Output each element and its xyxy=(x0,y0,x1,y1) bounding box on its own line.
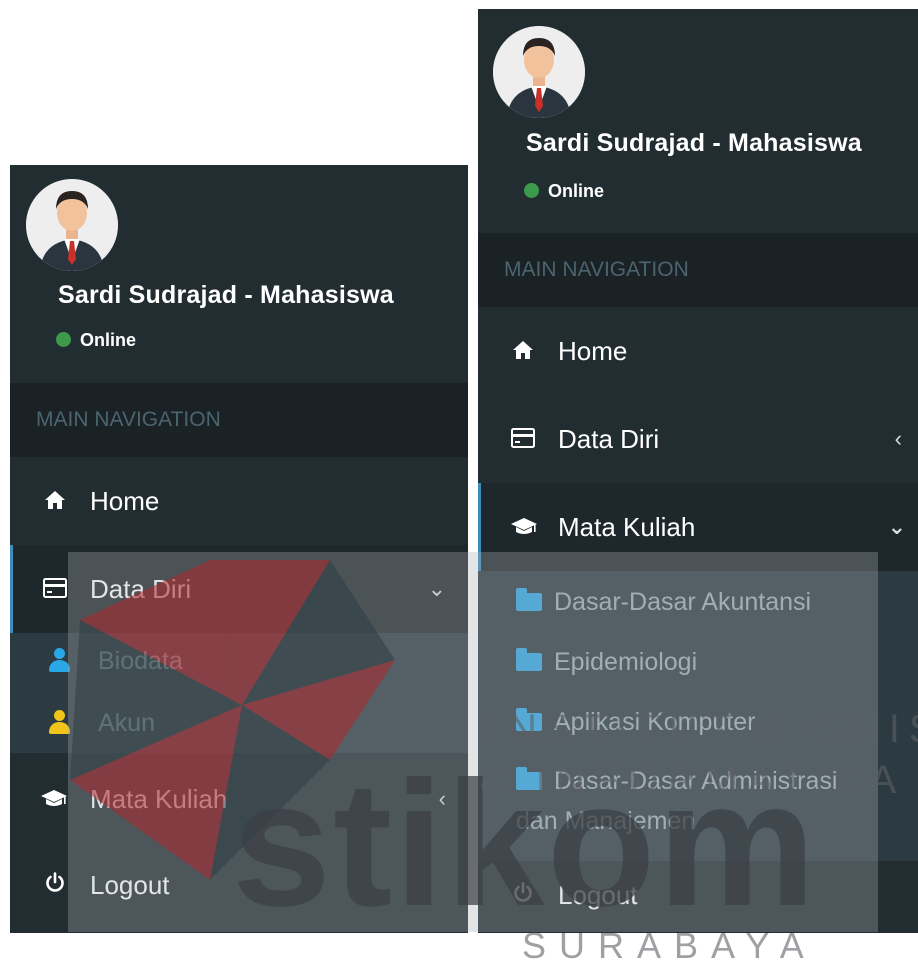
graduation-cap-icon xyxy=(510,483,537,571)
submenu-data-diri: Biodata Akun xyxy=(10,633,468,753)
graduation-cap-icon xyxy=(40,755,67,843)
home-icon xyxy=(42,457,68,545)
submenu-item-course-continued: dan Manajemen xyxy=(516,807,695,836)
folder-icon xyxy=(516,767,542,790)
user-avatar-icon xyxy=(493,26,585,118)
nav-item-label: Logout xyxy=(558,880,638,910)
sidebar-left: Sardi Sudrajad - Mahasiswa Online MAIN N… xyxy=(10,165,468,933)
user-avatar-icon xyxy=(26,179,118,271)
nav-item-logout[interactable]: Logout xyxy=(478,851,918,933)
nav-item-home[interactable]: Home xyxy=(10,457,468,545)
main-navigation-header: MAIN NAVIGATION xyxy=(478,233,918,307)
nav-item-label: Data Diri xyxy=(90,574,192,604)
submenu-item-course[interactable]: Aplikasi Komputer xyxy=(516,708,755,737)
avatar xyxy=(493,26,585,118)
chevron-left-icon: ‹ xyxy=(438,786,446,811)
submenu-item-biodata[interactable]: Biodata xyxy=(48,647,183,676)
chevron-down-icon: ⌄ xyxy=(427,576,446,601)
nav-item-home[interactable]: Home xyxy=(478,307,918,395)
submenu-item-akun[interactable]: Akun xyxy=(48,709,155,738)
nav-item-data-diri[interactable]: Data Diri ⌄ xyxy=(10,545,468,633)
folder-icon xyxy=(516,648,542,671)
online-status: Online xyxy=(56,330,136,351)
main-navigation-header: MAIN NAVIGATION xyxy=(10,383,468,457)
online-dot-icon xyxy=(56,332,71,347)
user-name: Sardi Sudrajad - Mahasiswa xyxy=(58,281,394,309)
nav-item-label: Home xyxy=(90,486,160,516)
folder-icon xyxy=(516,588,542,611)
folder-icon xyxy=(516,708,542,731)
sidebar-right: Sardi Sudrajad - Mahasiswa Online MAIN N… xyxy=(478,9,918,933)
submenu-item-course[interactable]: Dasar-Dasar Akuntansi xyxy=(516,588,811,617)
user-icon xyxy=(48,710,70,734)
submenu-item-course[interactable]: Epidemiologi xyxy=(516,648,697,677)
submenu-item-label: Biodata xyxy=(98,647,183,675)
power-icon xyxy=(42,841,68,929)
nav-item-label: Data Diri xyxy=(558,424,660,454)
user-icon xyxy=(48,648,70,672)
power-icon xyxy=(510,851,536,933)
submenu-item-label: Akun xyxy=(98,709,155,737)
submenu-item-course[interactable]: Dasar-Dasar Administrasi xyxy=(516,767,837,796)
nav-item-label: Logout xyxy=(90,870,170,900)
nav-item-mata-kuliah[interactable]: Mata Kuliah ‹ xyxy=(10,755,468,843)
nav-item-label: Mata Kuliah xyxy=(558,512,696,542)
status-label: Online xyxy=(548,181,605,201)
submenu-mata-kuliah: Dasar-Dasar Akuntansi Epidemiologi Aplik… xyxy=(478,571,918,861)
home-icon xyxy=(510,307,536,395)
id-card-icon xyxy=(42,545,68,633)
nav-item-logout[interactable]: Logout xyxy=(10,841,468,929)
nav-item-label: Home xyxy=(558,336,628,366)
submenu-item-label: Aplikasi Komputer xyxy=(554,708,756,736)
submenu-item-label: dan Manajemen xyxy=(516,807,696,835)
user-name: Sardi Sudrajad - Mahasiswa xyxy=(526,129,862,157)
nav-item-data-diri[interactable]: Data Diri ‹ xyxy=(478,395,918,483)
chevron-left-icon: ‹ xyxy=(894,426,902,451)
chevron-down-icon: ⌄ xyxy=(887,514,906,539)
nav-item-mata-kuliah[interactable]: Mata Kuliah ⌄ xyxy=(478,483,918,571)
submenu-item-label: Dasar-Dasar Akuntansi xyxy=(554,588,812,616)
submenu-item-label: Dasar-Dasar Administrasi xyxy=(554,767,838,795)
id-card-icon xyxy=(510,395,536,483)
online-dot-icon xyxy=(524,183,539,198)
status-label: Online xyxy=(80,330,137,350)
submenu-item-label: Epidemiologi xyxy=(554,648,698,676)
avatar xyxy=(26,179,118,271)
nav-item-label: Mata Kuliah xyxy=(90,784,228,814)
online-status: Online xyxy=(524,181,604,202)
